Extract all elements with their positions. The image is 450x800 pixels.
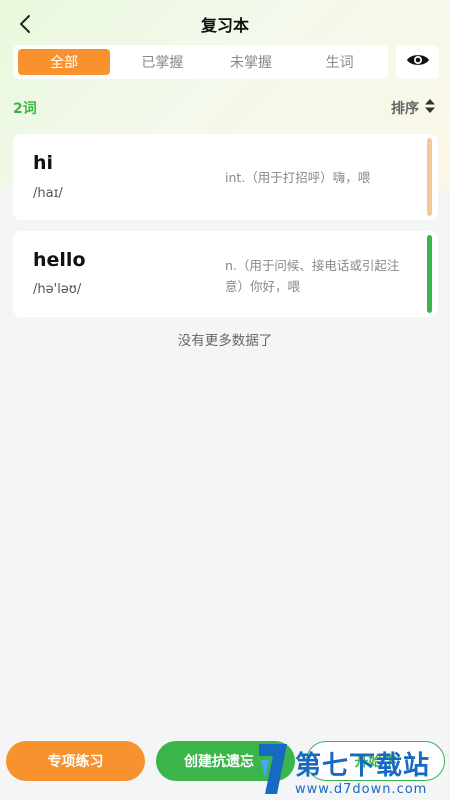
- page-title: 复习本: [200, 16, 249, 35]
- tab-not-mastered[interactable]: 未掌握: [207, 49, 296, 75]
- list-end-text: 没有更多数据了: [177, 333, 273, 349]
- status-bar: [427, 138, 432, 216]
- tab-new-words[interactable]: 生词: [295, 49, 384, 75]
- sort-label: 排序: [391, 101, 419, 117]
- tab-all[interactable]: 全部: [18, 49, 110, 75]
- eye-icon: [406, 52, 430, 72]
- watermark-url: www.d7down.com: [295, 782, 428, 797]
- word-phonetic: /hə'ləʊ/: [33, 282, 82, 297]
- word-card[interactable]: hi /haɪ/ int.（用于打招呼）嗨，喂: [13, 134, 438, 220]
- word-definition: int.（用于打招呼）嗨，喂: [225, 170, 371, 185]
- word-phonetic: /haɪ/: [33, 186, 63, 201]
- word-count: 2词: [13, 101, 37, 117]
- toggle-visibility-button[interactable]: [396, 45, 439, 79]
- watermark: 第七下载站 www.d7down.com: [255, 742, 450, 800]
- chevron-left-icon[interactable]: [14, 12, 38, 36]
- watermark-text: 第七下载站: [295, 751, 431, 781]
- sort-button[interactable]: 排序: [391, 98, 436, 118]
- tab-mastered[interactable]: 已掌握: [118, 49, 207, 75]
- word-definition: n.（用于问候、接电话或引起注意）你好，喂: [225, 258, 400, 294]
- practice-button[interactable]: 专项练习: [6, 741, 145, 781]
- word-text: hello: [33, 249, 86, 271]
- header-bar: 复习本: [0, 0, 450, 48]
- word-card[interactable]: hello /hə'ləʊ/ n.（用于问候、接电话或引起注意）你好，喂: [13, 231, 438, 317]
- word-text: hi: [33, 152, 54, 174]
- status-bar: [427, 235, 432, 313]
- watermark-logo-icon: [255, 742, 291, 800]
- sort-icon: [424, 98, 436, 118]
- filter-tabs: 全部 已掌握 未掌握 生词: [13, 45, 388, 79]
